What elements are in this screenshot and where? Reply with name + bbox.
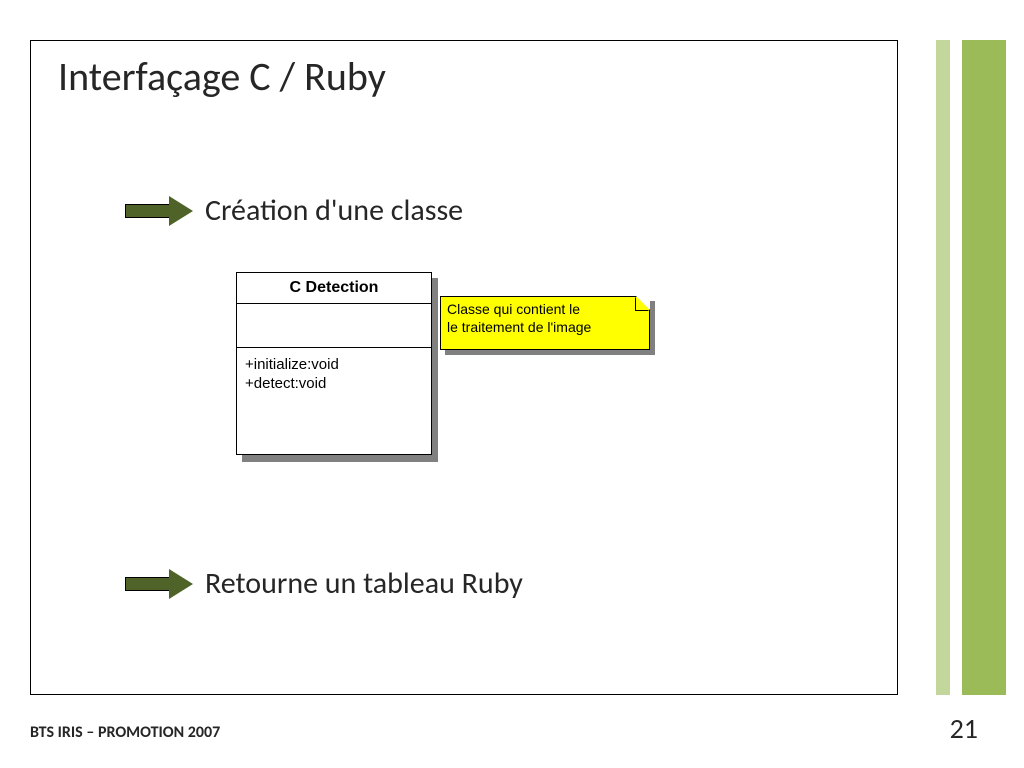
note-line-1: Classe qui contient le	[447, 301, 631, 319]
uml-operations: +initialize:void +detect:void	[237, 348, 431, 454]
arrow-icon	[125, 196, 197, 226]
bullet-returns-text: Retourne un tableau Ruby	[205, 565, 523, 602]
bullet-creation-text: Création d'une classe	[205, 192, 463, 229]
note-body: Classe qui contient le le traitement de …	[440, 296, 650, 350]
accent-strip-outer	[962, 40, 1006, 695]
uml-op-detect: +detect:void	[245, 375, 423, 394]
uml-op-initialize: +initialize:void	[245, 356, 423, 375]
slide: Interfaçage C / Ruby Création d'une clas…	[0, 0, 1024, 768]
uml-class-name: C Detection	[237, 273, 431, 304]
uml-attributes	[237, 304, 431, 348]
note-line-2: le traitement de l'image	[447, 319, 631, 337]
bullet-returns: Retourne un tableau Ruby	[125, 565, 523, 602]
page-number: 21	[950, 711, 978, 746]
bullet-creation: Création d'une classe	[125, 192, 463, 229]
arrow-icon	[125, 569, 197, 599]
uml-note: Classe qui contient le le traitement de …	[440, 296, 650, 350]
footer-left: BTS IRIS – PROMOTION 2007	[30, 723, 220, 742]
uml-box: C Detection +initialize:void +detect:voi…	[236, 272, 432, 455]
slide-title: Interfaçage C / Ruby	[58, 52, 386, 101]
uml-class: C Detection +initialize:void +detect:voi…	[236, 272, 432, 455]
accent-strip-inner	[936, 40, 950, 695]
